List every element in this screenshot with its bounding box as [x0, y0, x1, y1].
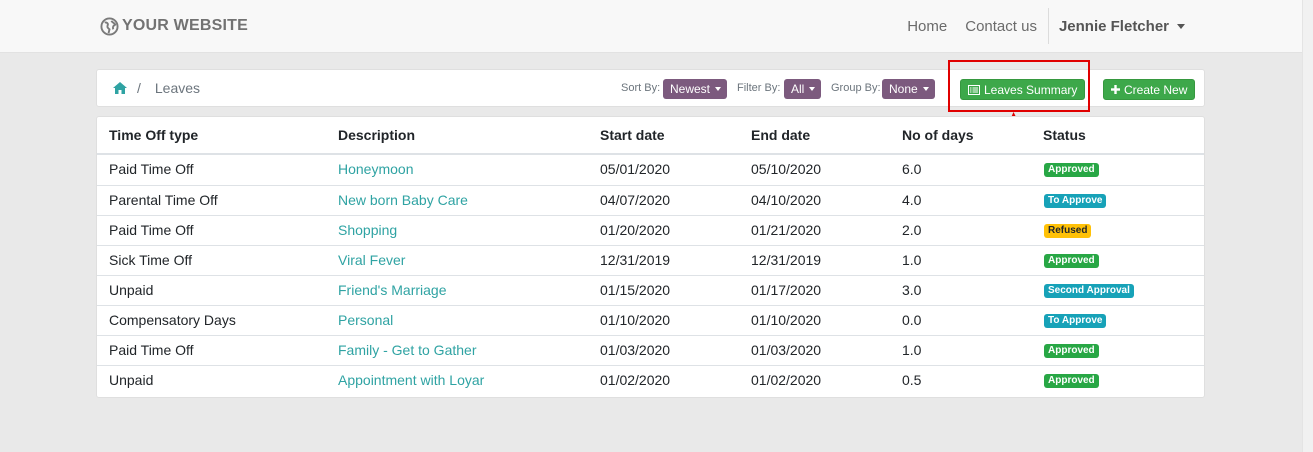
cell-end-date: 01/17/2020 [751, 282, 822, 298]
cell-end-date: 04/10/2020 [751, 192, 822, 208]
cell-description-link[interactable]: Shopping [338, 222, 397, 238]
table-row: Sick Time Off Viral Fever 12/31/2019 12/31/… [97, 245, 1204, 275]
nav-contact-link[interactable]: Contact us [956, 18, 1046, 35]
breadcrumb-toolbar: / Leaves Sort By: Newest Filter By: All … [96, 69, 1205, 107]
filter-dropdown[interactable]: All [784, 79, 822, 99]
cell-time-off-type: Paid Time Off [109, 342, 194, 358]
sort-label: Sort By: [621, 82, 661, 94]
leaves-table: Time Off type Description Start date End… [96, 116, 1205, 398]
cell-description-link[interactable]: Viral Fever [338, 252, 405, 268]
brand-name: YOUR WEBSITE [122, 17, 248, 34]
table-row: Unpaid Appointment with Loyar 01/02/2020 01… [97, 365, 1204, 395]
nav-links: Home Contact us Jennie Fletcher [898, 0, 1189, 52]
group-label: Group By: [831, 82, 881, 94]
home-icon[interactable] [113, 82, 127, 94]
status-badge: Approved [1044, 163, 1099, 177]
filter-value: All [791, 82, 805, 96]
cell-description-link[interactable]: Friend's Marriage [338, 282, 447, 298]
cell-no-of-days: 1.0 [902, 252, 922, 268]
cell-start-date: 04/07/2020 [600, 192, 671, 208]
cell-start-date: 12/31/2019 [600, 252, 671, 268]
filter-label: Filter By: [737, 82, 781, 94]
list-alt-icon [968, 84, 980, 95]
chevron-down-icon [922, 87, 929, 91]
status-badge: Approved [1044, 344, 1099, 358]
breadcrumb-separator: / [137, 80, 141, 96]
header-time-off-type: Time Off type [109, 127, 199, 143]
cell-description-link[interactable]: Appointment with Loyar [338, 372, 484, 388]
breadcrumb-current: Leaves [154, 80, 201, 96]
status-badge: Refused [1044, 224, 1092, 238]
table-row: Compensatory Days Personal 01/10/2020 01/10… [97, 305, 1204, 335]
top-navbar: YOUR WEBSITE Home Contact us Jennie Flet… [0, 0, 1303, 53]
cell-end-date: 01/02/2020 [751, 372, 822, 388]
breadcrumb: / Leaves [113, 70, 200, 106]
chevron-down-icon [809, 87, 816, 91]
header-no-of-days: No of days [902, 127, 974, 143]
cell-time-off-type: Sick Time Off [109, 252, 192, 268]
table-header: Time Off type Description Start date End… [97, 117, 1204, 155]
status-badge: Approved [1044, 374, 1099, 388]
cell-description-link[interactable]: Personal [338, 312, 393, 328]
sort-dropdown[interactable]: Newest [663, 79, 728, 99]
leaves-summary-label: Leaves Summary [984, 82, 1078, 97]
create-new-button[interactable]: Create New [1103, 79, 1196, 100]
cell-time-off-type: Paid Time Off [109, 222, 194, 238]
header-status: Status [1043, 127, 1086, 143]
cell-time-off-type: Unpaid [109, 372, 154, 388]
header-end-date: End date [751, 127, 811, 143]
cell-time-off-type: Paid Time Off [109, 161, 194, 177]
cell-no-of-days: 2.0 [902, 222, 922, 238]
cell-no-of-days: 0.5 [902, 372, 922, 388]
user-menu[interactable]: Jennie Fletcher [1049, 18, 1189, 35]
nav-home-link[interactable]: Home [898, 18, 956, 35]
plus-icon [1111, 85, 1120, 94]
cell-start-date: 01/10/2020 [600, 312, 671, 328]
table-row: Parental Time Off New born Baby Care 04/07… [97, 185, 1204, 215]
header-start-date: Start date [600, 127, 665, 143]
sort-value: Newest [670, 82, 711, 96]
cell-description-link[interactable]: New born Baby Care [338, 192, 468, 208]
cell-description-link[interactable]: Family - Get to Gather [338, 342, 476, 358]
chevron-down-icon [1177, 23, 1185, 29]
table-row: Unpaid Friend's Marriage 01/15/2020 01/17/2… [97, 275, 1204, 305]
cell-no-of-days: 1.0 [902, 342, 922, 358]
user-name: Jennie Fletcher [1058, 17, 1169, 35]
status-badge: Approved [1044, 254, 1099, 268]
create-new-label: Create New [1124, 82, 1188, 97]
table-row: Paid Time Off Family - Get to Gather 01/03… [97, 335, 1204, 365]
cell-start-date: 01/15/2020 [600, 282, 671, 298]
cell-start-date: 05/01/2020 [600, 161, 671, 177]
cell-description-link[interactable]: Honeymoon [338, 161, 414, 177]
page-scrollbar[interactable] [1302, 0, 1313, 452]
cell-time-off-type: Unpaid [109, 282, 154, 298]
header-description: Description [338, 127, 416, 143]
group-dropdown[interactable]: None [882, 79, 935, 99]
cell-no-of-days: 4.0 [902, 192, 922, 208]
status-badge: Second Approval [1044, 284, 1134, 298]
cell-time-off-type: Parental Time Off [109, 192, 218, 208]
cell-end-date: 01/10/2020 [751, 312, 822, 328]
cell-start-date: 01/02/2020 [600, 372, 671, 388]
cell-end-date: 12/31/2019 [751, 252, 822, 268]
cell-end-date: 01/03/2020 [751, 342, 822, 358]
cell-time-off-type: Compensatory Days [109, 312, 236, 328]
table-row: Paid Time Off Honeymoon 05/01/2020 05/10/20… [97, 155, 1204, 185]
leaves-summary-button[interactable]: Leaves Summary [960, 79, 1086, 100]
cell-end-date: 05/10/2020 [751, 161, 822, 177]
chevron-down-icon [715, 87, 722, 91]
status-badge: To Approve [1044, 194, 1107, 208]
cell-end-date: 01/21/2020 [751, 222, 822, 238]
group-value: None [889, 82, 918, 96]
cell-no-of-days: 0.0 [902, 312, 922, 328]
cell-start-date: 01/03/2020 [600, 342, 671, 358]
globe-icon [100, 16, 119, 36]
cell-no-of-days: 6.0 [902, 161, 922, 177]
cell-start-date: 01/20/2020 [600, 222, 671, 238]
brand-logo[interactable]: YOUR WEBSITE [100, 15, 248, 37]
status-badge: To Approve [1044, 314, 1107, 328]
table-row: Paid Time Off Shopping 01/20/2020 01/21/202… [97, 215, 1204, 245]
cell-no-of-days: 3.0 [902, 282, 922, 298]
